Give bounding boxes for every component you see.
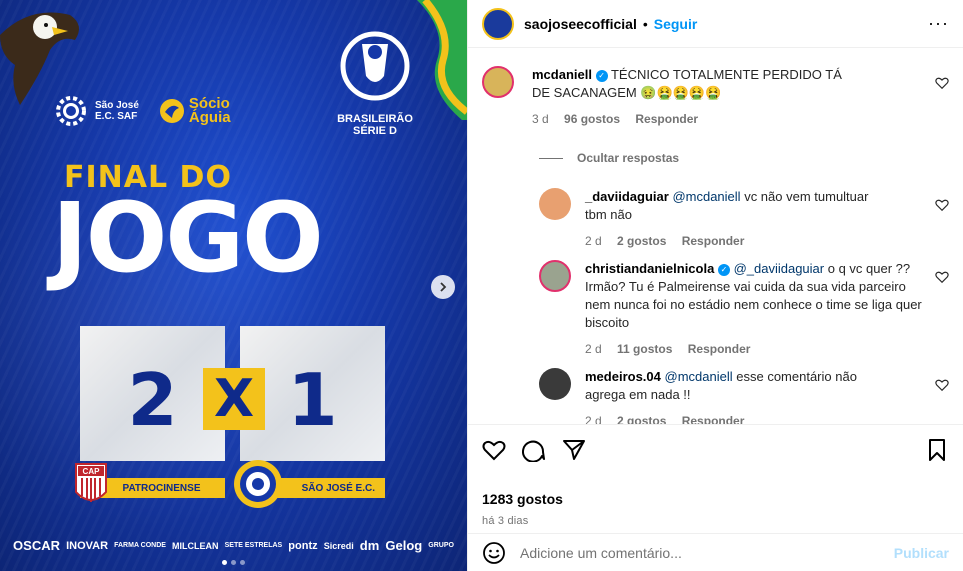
commenter-avatar[interactable] — [482, 66, 514, 98]
sponsor-7: Sicredi — [323, 540, 354, 551]
sponsor-4: MILCLEAN — [172, 540, 219, 551]
comment-username[interactable]: medeiros.04 — [585, 369, 661, 384]
comment-bubble-icon[interactable] — [522, 438, 546, 462]
comment-time[interactable]: 2 d — [585, 234, 602, 248]
comment-username[interactable]: _daviidaguiar — [585, 189, 669, 204]
away-team-name: SÃO JOSÉ E.C. — [301, 482, 375, 494]
mention-link[interactable]: @mcdaniell — [665, 369, 733, 384]
trophy-icon — [340, 31, 410, 101]
mention-link[interactable]: @mcdaniell — [672, 189, 740, 204]
sponsor-3: FARMA CONDE — [114, 542, 166, 549]
comment-username[interactable]: mcdaniell — [532, 67, 592, 82]
patrocinense-badge-text: CAP — [83, 467, 101, 476]
comment-time[interactable]: 2 d — [585, 414, 602, 424]
chevron-right-icon — [440, 282, 447, 292]
comment-time[interactable]: 2 d — [585, 342, 602, 356]
more-options-icon[interactable]: ··· — [928, 13, 949, 34]
brand-row: São José E.C. SAF Sócio Águia — [55, 95, 231, 127]
carousel-dot-active — [222, 560, 227, 565]
hide-replies-label: Ocultar respostas — [577, 151, 680, 165]
add-comment-bar: Adicione um comentário... Publicar — [468, 533, 963, 571]
divider-line — [539, 157, 563, 159]
socio-aguia-label: Sócio Águia — [188, 95, 231, 126]
carousel-next-button[interactable] — [431, 275, 455, 299]
sponsor-1: OSCAR — [13, 538, 60, 553]
comment-likes[interactable]: 2 gostos — [617, 234, 666, 248]
publish-button[interactable]: Publicar — [894, 545, 949, 561]
sponsor-2: INOVAR — [66, 539, 109, 552]
post-likes-count[interactable]: 1283 gostos — [482, 491, 949, 507]
reply-button[interactable]: Responder — [635, 112, 698, 126]
verified-badge-icon: ✓ — [717, 263, 730, 276]
like-heart-icon[interactable] — [935, 270, 949, 284]
comment-username[interactable]: christiandanielnicola — [585, 261, 714, 276]
comment-item: mcdaniell ✓ TÉCNICO TOTALMENTE PERDIDO T… — [482, 66, 949, 128]
reply-item: _daviidaguiar @mcdaniell vc não vem tumu… — [539, 188, 949, 250]
share-send-icon[interactable] — [562, 438, 586, 462]
carousel-dot — [231, 560, 236, 565]
comment-input[interactable]: Adicione um comentário... — [520, 545, 682, 561]
comment-likes[interactable]: 96 gostos — [564, 112, 620, 126]
socio-aguia: Sócio Águia — [159, 95, 231, 126]
sponsor-9: Gelog — [385, 538, 423, 553]
commenter-avatar[interactable] — [539, 260, 571, 292]
like-heart-icon[interactable] — [935, 378, 949, 392]
comments-panel: saojoseecofficial • Seguir ··· mcdaniell… — [467, 0, 963, 571]
like-heart-icon[interactable] — [935, 76, 949, 90]
home-team-name: PATROCINENSE — [122, 482, 201, 494]
comment-likes[interactable]: 2 gostos — [617, 414, 666, 424]
reply-button[interactable]: Responder — [682, 234, 745, 248]
socio-aguia-icon — [159, 99, 184, 123]
save-bookmark-icon[interactable] — [925, 438, 949, 462]
brazil-flag-ribbon — [417, 0, 467, 120]
sponsor-5: SETE ESTRELAS — [224, 542, 283, 549]
commenter-avatar[interactable] — [539, 188, 571, 220]
account-avatar[interactable] — [482, 7, 514, 40]
like-heart-icon[interactable] — [482, 438, 506, 462]
commenter-avatar[interactable] — [539, 368, 571, 400]
comments-list: mcdaniell ✓ TÉCNICO TOTALMENTE PERDIDO T… — [468, 54, 963, 424]
like-heart-icon[interactable] — [935, 198, 949, 212]
mention-link[interactable]: @_daviidaguiar — [734, 261, 825, 276]
verified-badge-icon: ✓ — [595, 69, 608, 82]
carousel-dot — [240, 560, 245, 565]
carousel-dots — [222, 560, 245, 565]
emoji-smiley-icon[interactable] — [482, 541, 506, 565]
account-username[interactable]: saojoseecofficial — [524, 16, 637, 32]
separator-dot: • — [642, 15, 648, 32]
reply-item: christiandanielnicola ✓ @_daviidaguiar o… — [539, 260, 949, 358]
reply-button[interactable]: Responder — [682, 414, 745, 424]
follow-button[interactable]: Seguir — [654, 16, 698, 32]
sponsor-10: GRUPO — [428, 542, 454, 549]
score-separator: X — [203, 368, 265, 430]
post-actions: 1283 gostos há 3 dias — [468, 424, 963, 527]
comment-likes[interactable]: 11 gostos — [617, 342, 672, 356]
reply-button[interactable]: Responder — [688, 342, 751, 356]
sponsor-8: dm — [359, 538, 380, 553]
post-header: saojoseecofficial • Seguir ··· — [468, 0, 963, 48]
reply-item: medeiros.04 @mcdaniell esse comentário n… — [539, 368, 949, 424]
sponsor-6: pontz — [288, 539, 318, 552]
headline-jogo: JOGO — [52, 182, 324, 294]
sao-jose-badge — [234, 460, 282, 508]
comment-time[interactable]: 3 d — [532, 112, 549, 126]
post-time[interactable]: há 3 dias — [482, 515, 949, 527]
post-image: São José E.C. SAF Sócio Águia BRASILEIRÃ… — [0, 0, 467, 571]
sponsors-bar: OSCAR INOVAR FARMA CONDE MILCLEAN SETE E… — [0, 538, 467, 553]
sao-jose-gear-logo — [56, 96, 86, 126]
hide-replies-toggle[interactable]: Ocultar respostas — [539, 151, 679, 165]
patrocinense-badge: CAP — [75, 463, 107, 502]
sao-jose-saf-label: São José E.C. SAF — [95, 100, 139, 122]
